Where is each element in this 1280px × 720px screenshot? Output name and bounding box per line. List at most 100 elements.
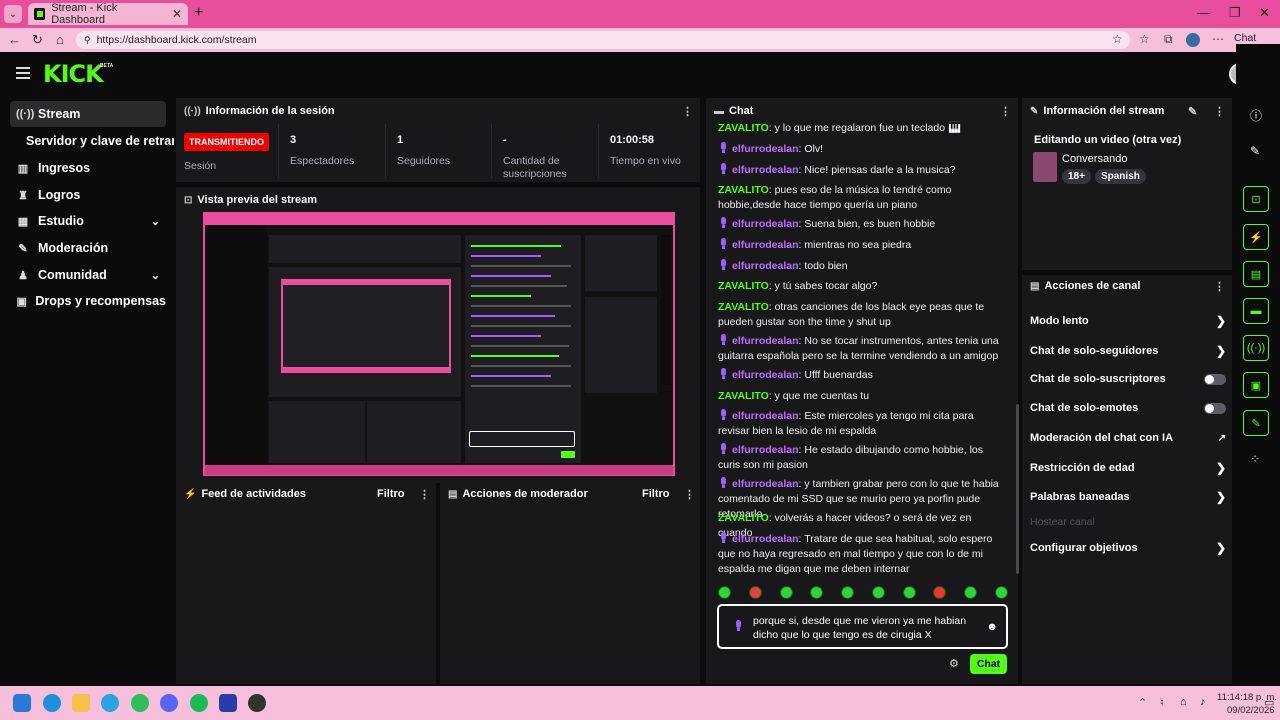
discord-icon[interactable] <box>160 694 178 712</box>
home-icon[interactable]: ⌂ <box>56 32 64 47</box>
emote-icon[interactable] <box>779 586 793 599</box>
url-input[interactable]: ⚲ https://dashboard.kick.com/stream <box>76 31 1130 49</box>
sidebar-item-logros[interactable]: ♜ Logros <box>10 182 166 208</box>
chat-username[interactable]: elfurrodealan <box>732 444 799 456</box>
close-window-icon[interactable]: ✕ <box>1259 5 1270 21</box>
sidebar-item-stream[interactable]: ((·)) Stream <box>10 101 166 127</box>
sidebar-item-moderacion[interactable]: ✎ Moderación <box>10 235 166 261</box>
sidebar-item-server-key[interactable]: Servidor y clave de retransmisión <box>20 128 174 154</box>
whatsapp-icon[interactable] <box>131 694 149 712</box>
chat-username[interactable]: elfurrodealan <box>732 369 799 381</box>
favorite-star-icon[interactable]: ☆ <box>1112 32 1123 46</box>
emotes-only-toggle[interactable] <box>1204 402 1226 414</box>
edit-icon[interactable]: ✎ <box>1250 144 1260 158</box>
chat-input[interactable]: porque si, desde que me vieron ya me hab… <box>717 604 1008 649</box>
stream-info-kebab-icon[interactable]: ⋮ <box>1214 105 1225 118</box>
edge-icon[interactable] <box>43 694 61 712</box>
channel-kebab-icon[interactable]: ⋮ <box>1214 280 1225 293</box>
profile-icon[interactable] <box>1186 33 1200 47</box>
chat-username[interactable]: ZAVALITO <box>718 390 769 402</box>
chat-username[interactable]: ZAVALITO <box>718 301 769 313</box>
chat-username[interactable]: ZAVALITO <box>718 280 769 292</box>
stream-preview-video[interactable] <box>203 212 675 476</box>
chat-username[interactable]: ZAVALITO <box>718 122 769 134</box>
menu-icon[interactable] <box>16 67 30 79</box>
spotify-icon[interactable] <box>190 694 208 712</box>
mod-shield-icon[interactable]: ▣ <box>1243 372 1269 398</box>
network-icon[interactable]: ⌂ <box>1180 696 1187 708</box>
chat-scrollbar[interactable] <box>1016 404 1019 574</box>
emote-icon[interactable] <box>902 586 916 599</box>
restore-icon[interactable]: ❐ <box>1229 5 1241 21</box>
slow-mode-row[interactable]: Modo lento ❯ <box>1030 314 1226 328</box>
copilot-chat-button[interactable]: Chat <box>1234 32 1256 44</box>
emoji-icon[interactable]: ☻ <box>986 620 998 634</box>
feed-kebab-icon[interactable]: ⋮ <box>419 488 430 501</box>
edit-icon[interactable]: ✎ <box>1188 105 1197 118</box>
menu-dots-icon[interactable]: ⋯ <box>1212 32 1224 46</box>
subs-only-toggle[interactable] <box>1204 373 1226 385</box>
age-restriction-row[interactable]: Restricción de edad ❯ <box>1030 461 1226 475</box>
volume-icon[interactable]: ♪ <box>1200 696 1206 708</box>
back-icon[interactable]: ← <box>8 32 21 47</box>
wrench-icon[interactable]: ✎ <box>1243 410 1269 436</box>
feed-filter-button[interactable]: Filtro <box>377 488 405 500</box>
sidebar-item-drops[interactable]: ▣ Drops y recompensas <box>10 288 166 314</box>
emote-icon[interactable] <box>871 586 885 599</box>
chat-username[interactable]: elfurrodealan <box>732 164 799 176</box>
goals-row[interactable]: Configurar objetivos ❯ <box>1030 541 1226 555</box>
emote-icon[interactable] <box>718 586 731 599</box>
chat-username[interactable]: elfurrodealan <box>732 143 799 155</box>
favorites-icon[interactable]: ☆ <box>1139 32 1150 46</box>
info-icon[interactable]: ⓘ <box>1250 107 1262 124</box>
emote-icon[interactable] <box>748 586 762 599</box>
tray-expand-icon[interactable]: ⌃ <box>1138 696 1147 709</box>
widgets-icon[interactable]: ⁘ <box>1250 452 1260 466</box>
refresh-icon[interactable]: ↻ <box>32 32 43 48</box>
banned-words-row[interactable]: Palabras baneadas ❯ <box>1030 490 1226 504</box>
emote-icon[interactable] <box>964 586 978 599</box>
site-info-icon[interactable]: ⚲ <box>84 35 91 46</box>
notifications-icon[interactable]: ▭ <box>1264 696 1274 709</box>
chat-username[interactable]: elfurrodealan <box>732 335 799 347</box>
chat-username[interactable]: ZAVALITO <box>718 512 769 524</box>
sidebar-item-estudio[interactable]: ▦ Estudio ⌄ <box>10 208 166 234</box>
extensions-icon[interactable]: ⧉ <box>1164 32 1173 47</box>
tab-actions-icon[interactable]: ⌄ <box>4 5 22 23</box>
chat-kebab-icon[interactable]: ⋮ <box>1000 105 1011 118</box>
obs-icon[interactable] <box>248 694 266 712</box>
send-chat-button[interactable]: Chat <box>970 654 1007 674</box>
chat-username[interactable]: elfurrodealan <box>732 478 799 490</box>
emote-icon[interactable] <box>933 586 947 599</box>
browser-tab[interactable]: Stream - Kick Dashboard ✕ <box>28 2 188 26</box>
emote-icon[interactable] <box>994 586 1008 599</box>
file-explorer-icon[interactable] <box>72 694 90 712</box>
chat-bubble-icon[interactable]: ▬ <box>1243 298 1269 324</box>
chat-username[interactable]: elfurrodealan <box>732 410 799 422</box>
chat-username[interactable]: elfurrodealan <box>732 218 799 230</box>
ai-moderation-row[interactable]: Moderación del chat con IA ↗ <box>1030 432 1226 444</box>
chat-settings-icon[interactable]: ⚙ <box>949 657 959 670</box>
microphone-icon[interactable]: ♮ <box>1160 696 1164 709</box>
minimize-icon[interactable]: — <box>1197 5 1210 20</box>
mod-filter-button[interactable]: Filtro <box>642 488 670 500</box>
crop-icon[interactable]: ⊡ <box>1243 186 1269 212</box>
chat-username[interactable]: elfurrodealan <box>732 239 799 251</box>
sidebar-item-comunidad[interactable]: ♟ Comunidad ⌄ <box>10 262 166 288</box>
document-icon[interactable]: ▤ <box>1243 261 1269 287</box>
vegas-icon[interactable] <box>219 694 237 712</box>
sidebar-item-ingresos[interactable]: ▥ Ingresos <box>10 155 166 181</box>
session-kebab-icon[interactable]: ⋮ <box>682 105 693 118</box>
chat-username[interactable]: elfurrodealan <box>732 533 799 545</box>
emote-icon[interactable] <box>841 586 855 599</box>
telegram-icon[interactable] <box>101 694 119 712</box>
close-tab-icon[interactable]: ✕ <box>172 7 182 21</box>
emote-icon[interactable] <box>810 586 824 599</box>
new-tab-icon[interactable]: + <box>194 4 203 22</box>
chat-username[interactable]: elfurrodealan <box>732 260 799 272</box>
lightning-icon[interactable]: ⚡ <box>1243 224 1269 250</box>
followers-only-row[interactable]: Chat de solo-seguidores ❯ <box>1030 344 1226 358</box>
broadcast-icon[interactable]: ((·)) <box>1243 335 1269 361</box>
kick-logo[interactable]: KICK <box>43 60 104 88</box>
windows-start-icon[interactable] <box>13 694 31 712</box>
